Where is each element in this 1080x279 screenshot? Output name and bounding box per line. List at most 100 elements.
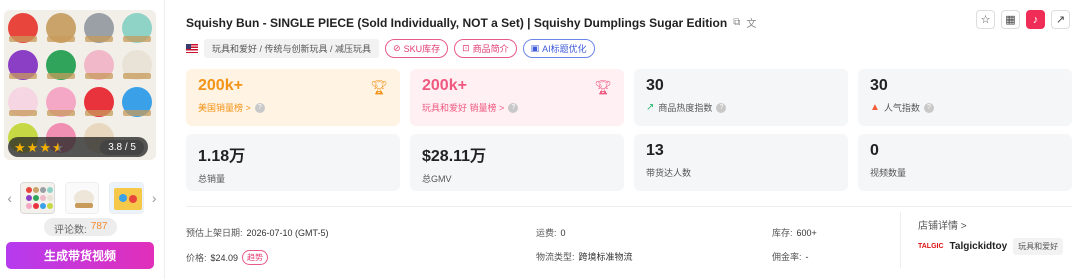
commission-rate-label: 佣金率:	[772, 252, 802, 262]
tiktok-icon: ♪	[1032, 13, 1039, 26]
commission-rate: 佣金率: -	[772, 250, 809, 263]
metric-card-video-count: 0 视频数量	[858, 134, 1072, 191]
metric-label: 视频数量	[870, 168, 907, 178]
thumbnail-strip: ‹ ›	[4, 180, 160, 216]
external-link-icon: ↗	[1055, 14, 1066, 26]
metric-card-us-rank[interactable]: 200k+ 美国销量榜 >? 🏆︎	[186, 69, 400, 126]
review-count-badge: 评论数: 787	[44, 218, 118, 236]
review-count-label: 评论数:	[54, 225, 87, 236]
metric-card-heat-index: 30 ↗ 商品热度指数?	[634, 69, 848, 126]
review-count-value: 787	[90, 221, 108, 232]
metric-card-total-sales: 1.18万 总销量	[186, 134, 400, 191]
metric-value: $28.11万	[422, 148, 487, 165]
translate-icon[interactable]: 文	[746, 15, 756, 30]
open-external-button[interactable]: ↗	[1051, 10, 1070, 29]
shop-name[interactable]: Talgickidtoy	[950, 241, 1008, 252]
price-value: $24.09	[210, 252, 239, 263]
launch-date: 预估上架日期: 2026-07-10 (GMT-5)	[186, 226, 329, 239]
tiktok-button[interactable]: ♪	[1026, 10, 1045, 29]
tag-icon: ⊘	[393, 43, 401, 53]
trophy-icon: 🏆︎	[594, 79, 612, 95]
thumbnail[interactable]	[20, 182, 55, 214]
trend-up-icon: ↗	[646, 102, 655, 113]
rating-value: 3.8 / 5	[100, 139, 144, 155]
favorite-button[interactable]: ☆	[976, 10, 995, 29]
price: 价格: $24.09 趋势	[186, 250, 269, 265]
shipping-fee-value: 0	[560, 227, 566, 238]
metric-label: 玩具和爱好 销量榜 >	[422, 103, 505, 113]
category-breadcrumb: 玩具和爱好 / 传统与创新玩具 / 减压玩具	[204, 39, 380, 58]
launch-date-value: 2026-07-10 (GMT-5)	[246, 227, 329, 238]
rating-badge: ★ ★ ★ ★ 3.8 / 5	[8, 137, 148, 157]
stock-value: 600+	[796, 227, 817, 238]
metric-value: 13	[646, 142, 664, 159]
shop-category-tag: 玩具和爱好	[1013, 238, 1064, 255]
metric-card-creators: 13 带货达人数	[634, 134, 848, 191]
chevron-left-icon[interactable]: ‹	[4, 190, 15, 206]
metric-value: 0	[870, 142, 879, 159]
star-half-icon: ★	[51, 139, 64, 155]
star-icon: ★	[14, 139, 26, 155]
logistics-type: 物流类型: 跨境标准物流	[536, 250, 633, 263]
metric-value: 1.18万	[198, 148, 246, 165]
qrcode-button[interactable]: ▦	[1001, 10, 1020, 29]
divider-vertical	[900, 212, 901, 268]
chevron-right-icon[interactable]: ›	[149, 190, 160, 206]
metric-value: 200k+	[422, 77, 467, 94]
product-intro-button[interactable]: ⊡ 商品简介	[454, 39, 517, 58]
shop-logo: TALGIC	[918, 243, 944, 250]
thumbnail[interactable]	[64, 182, 100, 214]
help-icon[interactable]: ?	[254, 102, 265, 113]
divider	[186, 206, 1072, 207]
product-title: Squishy Bun - SINGLE PIECE (Sold Individ…	[186, 15, 728, 30]
star-icon: ★	[26, 139, 39, 155]
shop-info[interactable]: TALGIC Talgickidtoy 玩具和爱好	[918, 238, 1064, 255]
tag-row: 玩具和爱好 / 传统与创新玩具 / 减压玩具 ⊘ SKU库存 ⊡ 商品简介 ▣ AI标…	[186, 39, 595, 58]
stock: 库存: 600+	[772, 226, 817, 239]
help-icon[interactable]: ?	[923, 102, 934, 113]
metric-value: 30	[870, 77, 888, 94]
sku-stock-label: SKU库存	[403, 44, 441, 54]
price-trend-button[interactable]: 趋势	[242, 250, 269, 265]
product-intro-label: 商品简介	[472, 44, 509, 54]
shipping-fee: 运费: 0	[536, 226, 566, 239]
stock-label: 库存:	[772, 228, 793, 238]
star-outline-icon: ☆	[980, 14, 991, 26]
price-label: 价格:	[186, 253, 207, 263]
metric-card-category-rank[interactable]: 200k+ 玩具和爱好 销量榜 >? 🏆︎	[410, 69, 624, 126]
help-icon[interactable]: ?	[508, 102, 519, 113]
metric-label: 带货达人数	[646, 168, 692, 178]
copy-icon[interactable]: ⧉	[733, 17, 740, 28]
ai-title-label: AI标题优化	[542, 44, 587, 54]
metric-card-popularity: 30 ▲ 人气指数?	[858, 69, 1072, 126]
commission-rate-value: -	[805, 251, 809, 262]
product-title-row: Squishy Bun - SINGLE PIECE (Sold Individ…	[186, 15, 756, 31]
metric-label: 总销量	[198, 174, 226, 184]
product-gallery: ★ ★ ★ ★ 3.8 / 5 ‹ › 评论数: 787 生成带货视频	[0, 0, 165, 279]
launch-date-label: 预估上架日期:	[186, 228, 243, 238]
ai-icon: ▣	[530, 43, 540, 53]
metric-value: 30	[646, 77, 664, 94]
grid-icon: ▦	[1005, 14, 1016, 26]
metric-label: 美国销量榜 >	[198, 103, 251, 113]
generate-video-button[interactable]: 生成带货视频	[6, 242, 154, 269]
top-actions: ☆ ▦ ♪ ↗	[976, 10, 1070, 29]
trophy-icon: 🏆︎	[370, 79, 388, 95]
star-icon: ★	[39, 139, 51, 155]
bag-icon: ⊡	[462, 43, 470, 53]
shop-details-link[interactable]: 店铺详情 >	[918, 217, 967, 232]
sku-stock-button[interactable]: ⊘ SKU库存	[385, 39, 449, 58]
help-icon[interactable]: ?	[716, 102, 727, 113]
thumbnail[interactable]	[109, 182, 144, 214]
metric-card-total-gmv: $28.11万 总GMV	[410, 134, 624, 191]
metric-label: 总GMV	[422, 174, 452, 184]
logistics-type-label: 物流类型:	[536, 252, 575, 262]
logistics-type-value: 跨境标准物流	[578, 252, 633, 262]
us-flag-icon	[186, 44, 198, 53]
metric-value: 200k+	[198, 77, 243, 94]
ai-title-button[interactable]: ▣ AI标题优化	[522, 39, 595, 58]
metric-label: 人气指数	[883, 103, 920, 113]
fire-icon: ▲	[870, 102, 880, 113]
metric-label: 商品热度指数	[658, 103, 713, 113]
shipping-fee-label: 运费:	[536, 228, 557, 238]
